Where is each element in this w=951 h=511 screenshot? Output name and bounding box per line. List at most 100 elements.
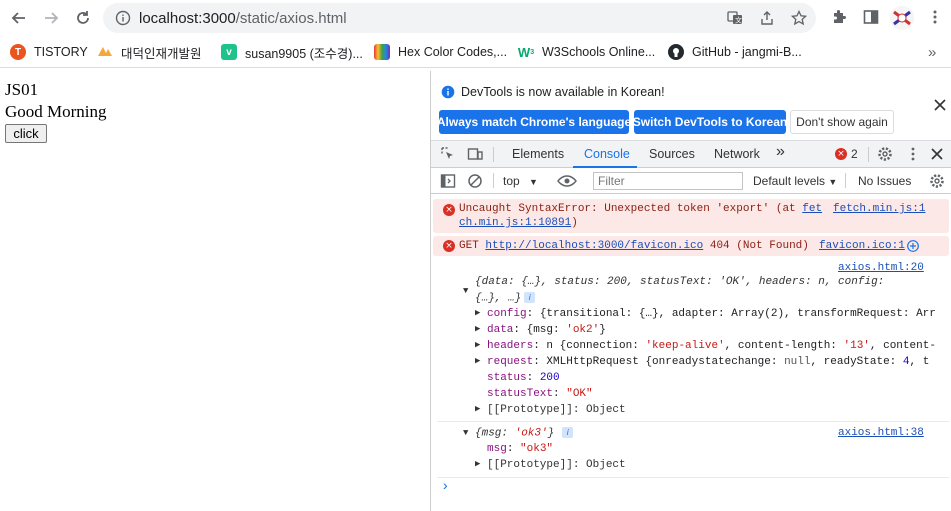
toolbar-divider [845,173,846,188]
inspect-element-icon[interactable] [440,146,456,162]
expand-triangle-icon[interactable]: ▶ [475,356,480,366]
log-levels-dropdown[interactable]: Default levels ▼ [753,174,837,188]
side-panel-icon[interactable] [862,8,880,26]
tistory-icon: T [10,44,26,60]
info-badge-icon[interactable]: i [524,292,536,303]
log2-source-text[interactable]: axios.html:38 [838,427,924,439]
click-button[interactable]: click [5,124,47,143]
url-host: localhost:3000 [139,10,236,27]
favicon-url-link[interactable]: http://localhost:3000/favicon.ico [485,240,703,252]
address-bar[interactable]: localhost:3000/static/axios.html 文 [103,3,816,33]
context-selector[interactable]: top ▼ [503,174,538,188]
arrow-right-icon [45,12,59,24]
console-error-favicon: × GET http://localhost:3000/favicon.ico … [433,236,949,256]
bookmark-github[interactable]: GitHub - jangmi-B... [668,42,802,62]
extensions-icon[interactable] [830,8,848,26]
prop-key: request [487,356,534,368]
caret-down-icon: ▼ [828,177,838,187]
log-source-link[interactable]: axios.html:20 [838,262,924,274]
prop-value: XMLHttpRequest {onreadystatechange: [546,356,785,368]
log-summary-line2[interactable]: {…}, …} i [475,292,536,304]
expand-triangle-icon[interactable]: ▶ [475,404,480,414]
expand-triangle-icon[interactable]: ▶ [475,324,480,334]
bookmark-tistory[interactable]: T TISTORY [10,42,88,62]
bookmark-label: 대덕인재개발원 [121,46,202,61]
favicon-source-link[interactable]: favicon.ico:1 [819,240,905,252]
bookmark-w3schools[interactable]: W 3 W3Schools Online... [518,42,655,62]
bookmark-daedeok[interactable]: 대덕인재개발원 [97,42,202,62]
dont-show-again-button[interactable]: Don't show again [790,110,894,134]
profile-avatar[interactable] [890,6,914,30]
menu-kebab-icon[interactable] [926,8,944,26]
error-source-link-part[interactable]: fet [802,203,822,215]
info-icon[interactable] [115,10,131,26]
eye-icon[interactable] [557,173,577,189]
error-source-link[interactable]: fetch.min.js:1 [833,203,925,215]
prop-data[interactable]: data: {msg: 'ok2'} [487,324,606,336]
text-js01: JS01 [5,80,39,99]
prop-prototype[interactable]: [[Prototype]]: Object [487,459,626,471]
prop-prototype[interactable]: [[Prototype]]: Object [487,404,626,416]
console-settings-gear-icon[interactable] [929,173,945,189]
tab-console[interactable]: Console [584,147,630,161]
bookmark-hex-color[interactable]: Hex Color Codes,... [374,42,507,62]
log2-summary[interactable]: {msg: 'ok3'} i [475,427,574,439]
prop-headers[interactable]: headers: n {connection: 'keep-alive', co… [487,340,936,352]
bookmarks-overflow-button[interactable]: » [928,42,936,62]
issues-button[interactable]: No Issues [858,174,911,188]
bookmark-velog[interactable]: v susan9905 (조수경)... [221,42,363,62]
clear-console-icon[interactable] [467,173,483,189]
expand-triangle-icon[interactable]: ▼ [463,428,468,438]
expand-triangle-icon[interactable]: ▼ [463,286,468,296]
url-text[interactable]: localhost:3000/static/axios.html [139,10,347,27]
log-source-text[interactable]: axios.html:20 [838,262,924,274]
error-get-prefix: GET [459,240,486,252]
prop-value-end: , t [909,356,930,368]
prop-config[interactable]: config: {transitional: {…}, adapter: Arr… [487,308,936,320]
prop-status: status: 200 [487,372,560,384]
error-icon: × [835,148,847,160]
log2-source-link[interactable]: axios.html:38 [838,427,924,439]
devtools-menu-icon[interactable] [905,146,921,162]
close-devtools-icon[interactable] [929,146,945,162]
prop-value-end: , content- [869,340,936,352]
tab-elements[interactable]: Elements [512,147,564,161]
error-source-link-text[interactable]: fetch.min.js:1 [833,203,925,215]
forward-button[interactable] [39,6,63,30]
expand-triangle-icon[interactable]: ▶ [475,340,480,350]
expand-triangle-icon[interactable]: ▶ [475,308,480,318]
toolbar-divider [493,173,494,188]
switch-to-korean-button[interactable]: Switch DevTools to Korean [633,110,787,134]
reload-button[interactable] [71,6,95,30]
tab-divider [493,147,494,162]
share-icon[interactable] [759,10,775,26]
settings-gear-icon[interactable] [877,146,893,162]
error-counter[interactable]: × 2 [835,147,858,161]
always-match-language-button[interactable]: Always match Chrome's language [437,110,631,134]
favicon-source[interactable]: favicon.ico:1 [819,240,905,252]
prop-value-mid: , readyState: [810,356,903,368]
prop-string: 'keep-alive' [645,340,725,352]
filter-input[interactable]: Filter [593,172,743,190]
sidebar-toggle-icon[interactable] [440,173,456,189]
info-badge-icon[interactable]: i [562,427,574,438]
prop-string: "OK" [566,388,593,400]
tab-network[interactable]: Network [714,147,760,161]
log-summary-line1[interactable]: {data: {…}, status: 200, statusText: 'OK… [475,276,884,288]
prop-string: 'ok2' [566,324,600,336]
console-filterbar: top ▼ Filter Default levels ▼ No Issues [431,168,951,194]
close-icon[interactable] [933,98,947,112]
device-toolbar-icon[interactable] [467,146,483,162]
expand-triangle-icon[interactable]: ▶ [475,459,480,469]
translate-icon[interactable]: 文 [727,10,743,26]
error-location-link[interactable]: ch.min.js:1:10891 [459,217,571,229]
star-icon[interactable] [791,10,807,26]
info-circle-icon [441,85,455,99]
console-prompt[interactable]: › [441,479,449,495]
back-button[interactable] [7,6,31,30]
error-count: 2 [851,147,858,161]
tab-sources[interactable]: Sources [649,147,695,161]
network-request-icon[interactable] [907,240,919,252]
more-tabs-button[interactable]: » [776,143,785,161]
prop-request[interactable]: request: XMLHttpRequest {onreadystatecha… [487,356,929,368]
